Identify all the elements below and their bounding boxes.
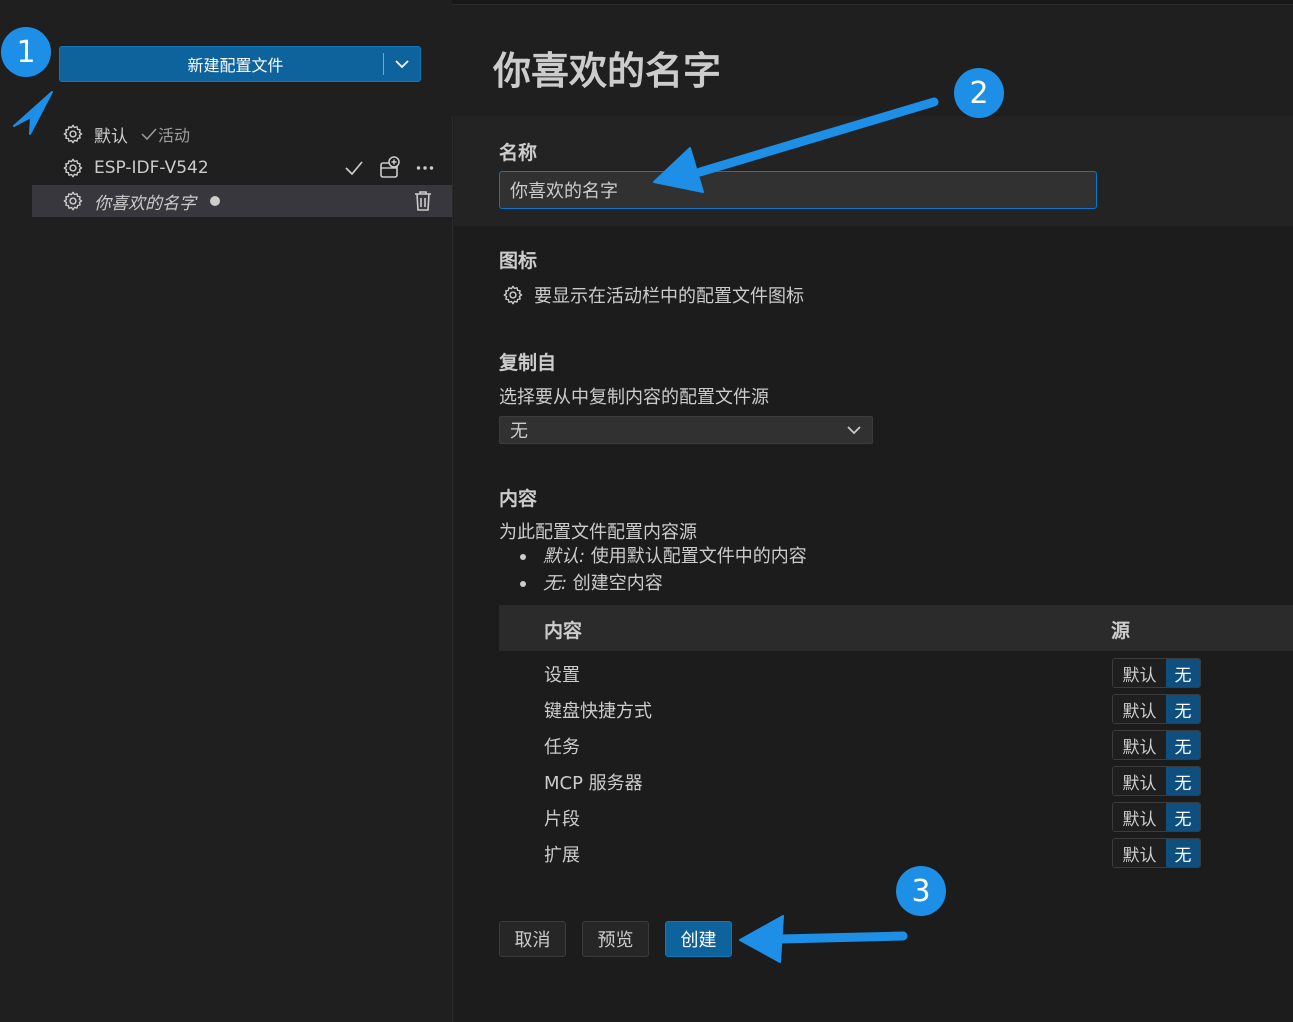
source-option-none[interactable]: 无: [1166, 839, 1200, 867]
step-badge-1: 1: [1, 27, 51, 77]
source-toggle: 默认 无: [1112, 838, 1201, 868]
copy-from-select[interactable]: 无: [499, 416, 873, 444]
icon-heading: 图标: [499, 250, 538, 272]
chevron-down-icon: [847, 426, 861, 435]
profile-item-default[interactable]: 默认 活动: [32, 118, 452, 150]
row-label: 片段: [544, 809, 580, 830]
cancel-button[interactable]: 取消: [499, 921, 566, 957]
profile-name: 默认: [94, 126, 128, 147]
list-item: 无: 创建空内容: [499, 570, 807, 597]
content-column-header: 内容: [544, 620, 583, 642]
row-label: 键盘快捷方式: [544, 701, 652, 722]
copy-from-value: 无: [510, 421, 528, 442]
profile-name: ESP-IDF-V542: [94, 158, 209, 178]
profile-actions: [412, 189, 434, 213]
source-option-default[interactable]: 默认: [1113, 767, 1166, 795]
source-option-none[interactable]: 无: [1166, 659, 1200, 687]
trash-icon[interactable]: [412, 189, 434, 213]
source-column-header: 源: [1111, 620, 1131, 642]
profile-item-esp-idf[interactable]: ESP-IDF-V542: [32, 152, 452, 184]
icon-description: 要显示在活动栏中的配置文件图标: [534, 286, 804, 307]
new-profile-button[interactable]: 新建配置文件: [59, 46, 421, 82]
row-label: 设置: [544, 665, 580, 686]
source-option-default[interactable]: 默认: [1113, 695, 1166, 723]
source-toggle: 默认 无: [1112, 730, 1201, 760]
step-badge-3: 3: [896, 866, 946, 916]
table-row: 键盘快捷方式 默认 无: [499, 691, 1293, 727]
chevron-down-icon[interactable]: [384, 56, 420, 72]
table-row: 扩展 默认 无: [499, 835, 1293, 871]
gear-icon: [62, 190, 84, 212]
row-label: 扩展: [544, 845, 580, 866]
table-row: 片段 默认 无: [499, 799, 1293, 835]
table-row: 任务 默认 无: [499, 727, 1293, 763]
source-option-default[interactable]: 默认: [1113, 839, 1166, 867]
contents-heading: 内容: [499, 488, 538, 510]
contents-bullets: 默认: 使用默认配置文件中的内容 无: 创建空内容: [499, 543, 807, 597]
source-toggle: 默认 无: [1112, 766, 1201, 796]
create-button[interactable]: 创建: [665, 921, 732, 957]
source-option-none[interactable]: 无: [1166, 731, 1200, 759]
source-option-default[interactable]: 默认: [1113, 659, 1166, 687]
page-title: 你喜欢的名字: [493, 49, 722, 93]
source-toggle: 默认 无: [1112, 802, 1201, 832]
source-option-none[interactable]: 无: [1166, 803, 1200, 831]
profiles-sidebar: 新建配置文件 默认 活动 ESP-IDF-V542 你喜欢的名字: [0, 0, 452, 1022]
new-profile-label: 新建配置文件: [187, 56, 284, 75]
profile-actions: [344, 156, 434, 180]
new-window-icon[interactable]: [378, 156, 402, 180]
icon-picker[interactable]: 要显示在活动栏中的配置文件图标: [502, 282, 804, 308]
preview-button[interactable]: 预览: [582, 921, 649, 957]
profile-item-new[interactable]: 你喜欢的名字: [32, 185, 452, 217]
source-option-none[interactable]: 无: [1166, 767, 1200, 795]
gear-icon[interactable]: [502, 284, 524, 306]
source-option-none[interactable]: 无: [1166, 695, 1200, 723]
active-status: 活动: [140, 122, 190, 146]
pane-divider: [452, 116, 453, 1022]
row-label: 任务: [544, 737, 580, 758]
contents-table-header: 内容 源: [499, 605, 1293, 651]
source-option-default[interactable]: 默认: [1113, 731, 1166, 759]
gear-icon: [62, 123, 84, 145]
check-icon: [141, 128, 157, 141]
gear-icon: [62, 157, 84, 179]
active-status-label: 活动: [158, 126, 191, 145]
copy-from-description: 选择要从中复制内容的配置文件源: [499, 387, 769, 408]
list-item: 默认: 使用默认配置文件中的内容: [499, 543, 807, 570]
table-row: MCP 服务器 默认 无: [499, 763, 1293, 799]
more-icon[interactable]: [416, 165, 434, 171]
check-icon[interactable]: [344, 159, 364, 177]
profile-name: 你喜欢的名字: [94, 193, 196, 214]
source-toggle: 默认 无: [1112, 658, 1201, 688]
step-badge-2: 2: [954, 68, 1004, 118]
profile-name-input[interactable]: [499, 171, 1097, 209]
table-row: 设置 默认 无: [499, 655, 1293, 691]
contents-description: 为此配置文件配置内容源: [499, 522, 697, 543]
row-label: MCP 服务器: [544, 773, 643, 794]
name-heading: 名称: [499, 142, 538, 164]
copy-from-heading: 复制自: [499, 352, 557, 374]
source-toggle: 默认 无: [1112, 694, 1201, 724]
unsaved-dot-icon: [210, 196, 220, 206]
source-option-default[interactable]: 默认: [1113, 803, 1166, 831]
